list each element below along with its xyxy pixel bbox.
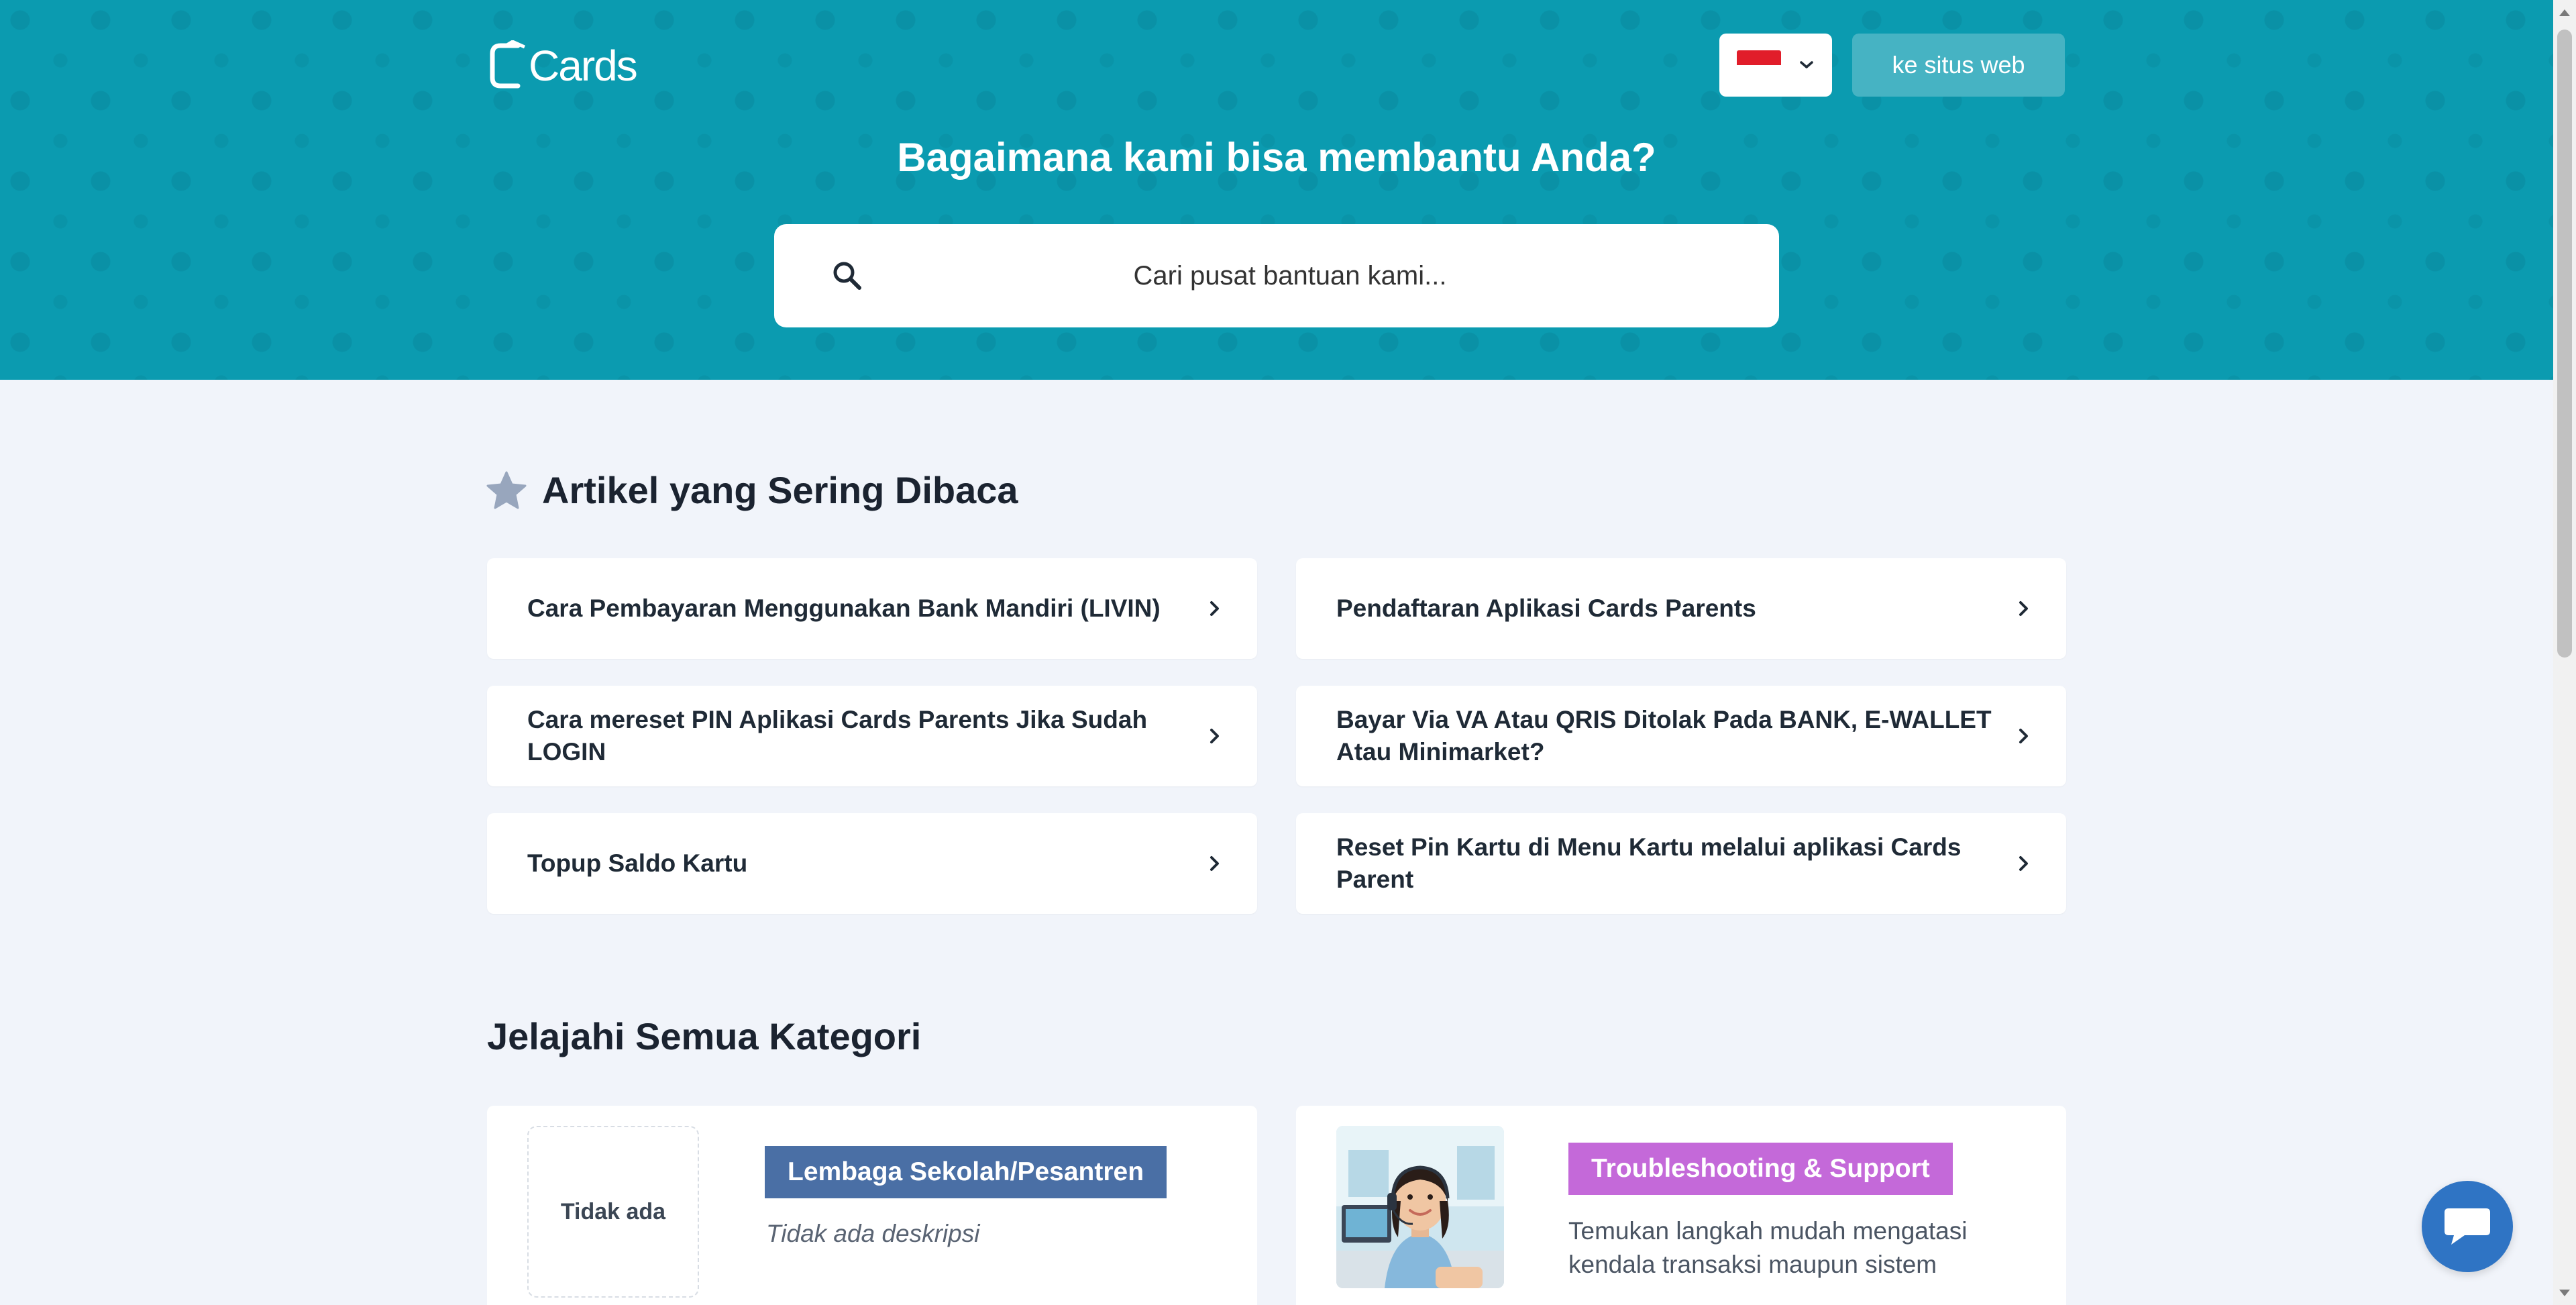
cards-logo[interactable]: Cards: [486, 39, 638, 93]
chat-widget-button[interactable]: [2422, 1181, 2513, 1272]
article-card[interactable]: Cara Pembayaran Menggunakan Bank Mandiri…: [487, 558, 1257, 659]
indonesia-flag-icon: [1737, 50, 1781, 80]
article-card[interactable]: Topup Saldo Kartu: [487, 813, 1257, 914]
support-agent-image: [1336, 1126, 1504, 1288]
article-title: Cara mereset PIN Aplikasi Cards Parents …: [527, 706, 1148, 766]
category-card-troubleshooting[interactable]: Troubleshooting & Support Temukan langka…: [1296, 1106, 2066, 1305]
category-image-placeholder: Tidak ada: [527, 1126, 699, 1298]
article-title: Cara Pembayaran Menggunakan Bank Mandiri…: [527, 594, 1161, 622]
star-icon: [486, 471, 527, 509]
article-card[interactable]: Pendaftaran Aplikasi Cards Parents: [1296, 558, 2066, 659]
scrollbar-thumb[interactable]: [2557, 30, 2572, 658]
categories-heading: Jelajahi Semua Kategori: [487, 1014, 921, 1058]
article-title: Pendaftaran Aplikasi Cards Parents: [1336, 594, 1756, 622]
chevron-right-icon: [1205, 854, 1225, 873]
search-bar[interactable]: [774, 224, 1779, 327]
chevron-right-icon: [2014, 727, 2034, 745]
category-badge-school[interactable]: Lembaga Sekolah/Pesantren: [765, 1146, 1167, 1198]
scroll-up-arrow-icon[interactable]: [2557, 7, 2572, 19]
categories-title: Jelajahi Semua Kategori: [487, 1015, 922, 1057]
chevron-down-icon: [1800, 61, 1813, 68]
popular-articles-heading: Artikel yang Sering Dibaca: [486, 468, 1018, 512]
logo-text: Cards: [529, 42, 638, 90]
go-to-website-button[interactable]: ke situs web: [1852, 34, 2065, 97]
chat-bubble-icon: [2445, 1208, 2490, 1245]
chevron-right-icon: [1205, 599, 1225, 618]
category-card-school[interactable]: Tidak ada Lembaga Sekolah/Pesantren Tida…: [487, 1106, 1257, 1305]
hero-title: Bagaimana kami bisa membantu Anda?: [897, 135, 1656, 180]
article-card[interactable]: Reset Pin Kartu di Menu Kartu melalui ap…: [1296, 813, 2066, 914]
category-description: Tidak ada deskripsi: [766, 1220, 980, 1247]
popular-articles-title: Artikel yang Sering Dibaca: [542, 469, 1018, 511]
category-description: Temukan langkah mudah mengatasi kendala …: [1568, 1217, 1968, 1278]
chevron-right-icon: [1205, 727, 1225, 745]
search-icon: [833, 262, 861, 290]
chevron-right-icon: [2014, 599, 2034, 618]
article-title: Topup Saldo Kartu: [527, 849, 748, 877]
article-title: Bayar Via VA Atau QRIS Ditolak Pada BANK…: [1336, 706, 1992, 766]
language-selector[interactable]: [1719, 34, 1832, 97]
article-card[interactable]: Cara mereset PIN Aplikasi Cards Parents …: [487, 686, 1257, 786]
article-title: Reset Pin Kartu di Menu Kartu melalui ap…: [1336, 833, 1962, 893]
category-badge-troubleshooting[interactable]: Troubleshooting & Support: [1568, 1143, 1953, 1195]
article-card[interactable]: Bayar Via VA Atau QRIS Ditolak Pada BANK…: [1296, 686, 2066, 786]
search-input[interactable]: [774, 224, 1779, 327]
cards-logo-icon: [490, 40, 526, 89]
scroll-down-arrow-icon[interactable]: [2557, 1287, 2572, 1299]
chevron-right-icon: [2014, 854, 2034, 873]
